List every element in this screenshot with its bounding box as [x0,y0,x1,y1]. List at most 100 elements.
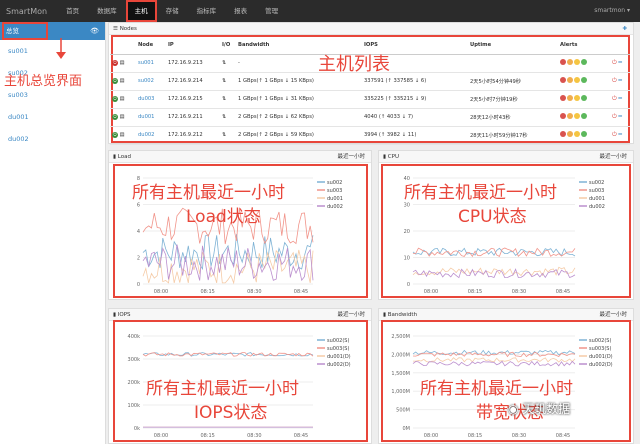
node-link[interactable]: du003 [136,90,166,109]
power-icon[interactable]: ⏻ [612,131,617,138]
node-ip: 172.16.9.213 [166,54,220,73]
alert-info-badge[interactable] [581,113,587,119]
sidebar-item-du002[interactable]: du002 [0,128,105,150]
alert-minor-badge[interactable] [574,59,580,65]
alert-minor-badge[interactable] [574,95,580,101]
overview-highlight-box [2,22,48,40]
alert-badges [558,126,610,145]
minus-icon[interactable]: ━ [618,131,622,138]
alert-info-badge[interactable] [581,77,587,83]
power-icon[interactable]: ⏻ [612,77,617,84]
annotation-load-2: Load状态 [186,207,261,227]
annotation-load-1: 所有主机最近一小时 [132,183,285,203]
col-io[interactable]: I/O [220,36,236,55]
nodes-title: Nodes [119,26,137,32]
node-link[interactable]: du002 [136,126,166,145]
node-iops: 335225 (↑ 335215 ↓ 9) [362,90,468,109]
annotation-host-list: 主机列表 [318,54,390,75]
nav-host[interactable]: 主机 [125,0,157,22]
nav-home[interactable]: 首页 [57,0,88,22]
nav-storage[interactable]: 存储 [157,0,188,22]
node-ip: 172.16.9.211 [166,108,220,127]
col-node[interactable]: Node [136,36,166,55]
minus-icon[interactable]: ━ [618,77,622,84]
alert-critical-badge[interactable] [560,59,566,65]
alert-major-badge[interactable] [567,131,573,137]
alert-critical-badge[interactable] [560,113,566,119]
node-link[interactable]: su001 [136,54,166,73]
node-ip: 172.16.9.212 [166,126,220,145]
add-node-icon[interactable]: ✚ [622,23,627,35]
minus-icon[interactable]: ━ [618,113,622,120]
col-alerts[interactable]: Alerts [558,36,610,55]
alert-critical-badge[interactable] [560,77,566,83]
nav-admin[interactable]: 管理 [256,0,287,22]
status-icon: ⏻ [112,132,118,138]
status-icon: ⏻ [112,78,118,84]
server-icon: ▤ [119,78,125,84]
range-label[interactable]: 最近一小时 [337,151,365,163]
brand-logo[interactable]: SmartMon [0,7,57,16]
sidebar-item-su001[interactable]: su001 [0,40,105,62]
alert-badges [558,108,610,127]
io-icon: ⇅ [220,126,236,145]
alert-critical-badge[interactable] [560,95,566,101]
server-icon: ▤ [119,60,125,66]
nodes-panel-header: ☰ Nodes ✚ [109,23,633,35]
power-icon[interactable]: ⏻ [612,113,617,120]
alert-major-badge[interactable] [567,95,573,101]
alert-badges [558,90,610,109]
alert-major-badge[interactable] [567,113,573,119]
wechat-icon: ◉ [508,402,523,416]
bandwidth-title: Bandwidth [387,312,418,318]
node-uptime: 2天5小时54分钟49秒 [468,72,558,91]
top-navbar: SmartMon 首页 数据库 主机 存储 指标库 报表 管理 smartmon… [0,0,640,22]
node-link[interactable]: du001 [136,108,166,127]
server-icon: ▤ [119,114,125,120]
alert-major-badge[interactable] [567,59,573,65]
power-icon[interactable]: ⏻ [612,95,617,102]
alert-info-badge[interactable] [581,95,587,101]
annotation-cpu-2: CPU状态 [458,207,527,227]
table-row[interactable]: ⏻ ▤ du003 172.16.9.215 ⇅ 1 GBps(↑ 1 GBps… [110,90,630,109]
node-ip: 172.16.9.215 [166,90,220,109]
annotation-bw-1: 所有主机最近一小时 [420,379,573,399]
server-icon: ▤ [119,96,125,102]
alert-minor-badge[interactable] [574,77,580,83]
range-label[interactable]: 最近一小时 [599,151,627,163]
node-link[interactable]: su002 [136,72,166,91]
io-icon: ⇅ [220,90,236,109]
arrow-down-icon [56,38,66,59]
minus-icon[interactable]: ━ [618,95,622,102]
alert-critical-badge[interactable] [560,131,566,137]
nav-database[interactable]: 数据库 [88,0,126,22]
sidebar-item-du001[interactable]: du001 [0,106,105,128]
nav-metrics[interactable]: 指标库 [188,0,226,22]
node-uptime: 28天11小时59分钟17秒 [468,126,558,145]
table-row[interactable]: ⏻ ▤ du002 172.16.9.212 ⇅ 2 GBps(↑ 2 GBps… [110,126,630,145]
nav-reports[interactable]: 报表 [225,0,256,22]
node-uptime: 2天5小时7分钟19秒 [468,90,558,109]
table-row[interactable]: ⏻ ▤ du001 172.16.9.211 ⇅ 2 GBps(↑ 2 GBps… [110,108,630,127]
col-ip[interactable]: IP [166,36,220,55]
annotation-iops-2: IOPS状态 [194,403,268,423]
status-icon: ⏻ [112,96,118,102]
alert-minor-badge[interactable] [574,113,580,119]
node-uptime: 28天12小时43秒 [468,108,558,127]
io-icon: ⇅ [220,72,236,91]
node-bandwidth: 2 GBps(↑ 2 GBps ↓ 59 KBps) [236,126,362,145]
eye-icon[interactable]: 👁 [90,22,99,40]
alert-minor-badge[interactable] [574,131,580,137]
col-uptime[interactable]: Uptime [468,36,558,55]
status-icon: ⏻ [112,114,118,120]
power-icon[interactable]: ⏻ [612,59,617,66]
user-menu[interactable]: smartmon ▾ [594,0,630,22]
alert-badges [558,54,610,73]
node-bandwidth: 1 GBps(↑ 1 GBps ↓ 31 KBps) [236,90,362,109]
watermark-logo: ◉ 天玑数据 [508,400,570,417]
minus-icon[interactable]: ━ [618,59,622,66]
alert-info-badge[interactable] [581,131,587,137]
io-icon: ⇅ [220,54,236,73]
alert-info-badge[interactable] [581,59,587,65]
alert-major-badge[interactable] [567,77,573,83]
